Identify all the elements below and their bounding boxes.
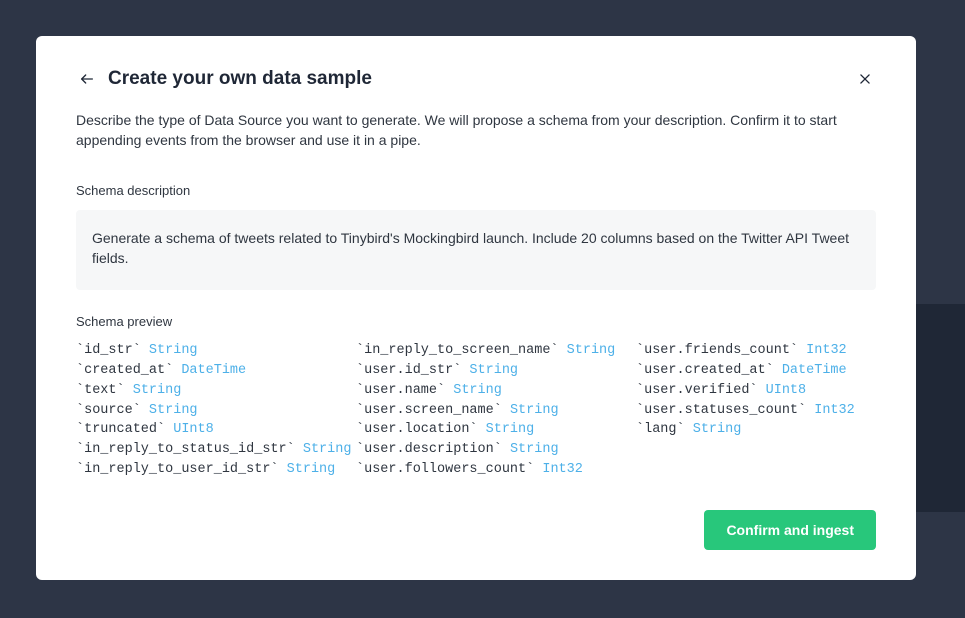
schema-field-row: `id_str` String [76, 341, 316, 361]
schema-field-row: `in_reply_to_status_id_str` String [76, 440, 316, 460]
modal-footer: Confirm and ingest [76, 510, 876, 550]
schema-field-row: `user.created_at` DateTime [636, 361, 876, 381]
schema-field-type: String [149, 343, 198, 358]
schema-field-name: `text` [76, 383, 133, 398]
schema-field-name: `user.name` [356, 383, 453, 398]
schema-field-row: `user.description` String [356, 440, 596, 460]
schema-field-type: String [149, 403, 198, 418]
schema-field-row: `text` String [76, 381, 316, 401]
schema-field-row: `user.friends_count` Int32 [636, 341, 876, 361]
schema-column: `in_reply_to_screen_name` String`user.id… [356, 341, 596, 481]
arrow-left-icon [79, 71, 95, 87]
schema-field-name: `user.friends_count` [636, 343, 806, 358]
schema-column: `id_str` String`created_at` DateTime`tex… [76, 341, 316, 481]
schema-field-row: `user.id_str` String [356, 361, 596, 381]
schema-field-type: UInt8 [173, 422, 214, 437]
schema-field-row: `user.followers_count` Int32 [356, 460, 596, 480]
schema-field-type: String [693, 422, 742, 437]
schema-field-row: `source` String [76, 401, 316, 421]
schema-field-row: `user.location` String [356, 420, 596, 440]
schema-field-name: `user.screen_name` [356, 403, 510, 418]
confirm-ingest-button[interactable]: Confirm and ingest [704, 510, 876, 550]
schema-field-type: String [287, 462, 336, 477]
schema-field-row: `user.verified` UInt8 [636, 381, 876, 401]
schema-field-type: DateTime [782, 363, 847, 378]
back-button[interactable] [76, 68, 98, 90]
schema-field-name: `in_reply_to_user_id_str` [76, 462, 287, 477]
schema-field-row: `in_reply_to_screen_name` String [356, 341, 596, 361]
schema-field-name: `lang` [636, 422, 693, 437]
schema-field-row: `created_at` DateTime [76, 361, 316, 381]
schema-field-type: String [133, 383, 182, 398]
schema-field-type: String [510, 403, 559, 418]
schema-field-name: `user.created_at` [636, 363, 782, 378]
modal-title: Create your own data sample [108, 68, 854, 90]
schema-field-type: String [510, 442, 559, 457]
schema-field-row: `user.screen_name` String [356, 401, 596, 421]
schema-field-row: `user.statuses_count` Int32 [636, 401, 876, 421]
schema-description-input[interactable] [76, 210, 876, 290]
schema-field-name: `truncated` [76, 422, 173, 437]
schema-column: `user.friends_count` Int32`user.created_… [636, 341, 876, 481]
schema-preview: `id_str` String`created_at` DateTime`tex… [76, 341, 876, 481]
schema-field-name: `source` [76, 403, 149, 418]
schema-field-row: `in_reply_to_user_id_str` String [76, 460, 316, 480]
schema-field-type: Int32 [542, 462, 583, 477]
schema-field-name: `user.statuses_count` [636, 403, 814, 418]
schema-field-name: `id_str` [76, 343, 149, 358]
modal-header: Create your own data sample [76, 68, 876, 90]
schema-field-name: `in_reply_to_status_id_str` [76, 442, 303, 457]
schema-field-type: String [453, 383, 502, 398]
schema-field-name: `user.verified` [636, 383, 766, 398]
close-icon [858, 72, 872, 86]
modal-description: Describe the type of Data Source you wan… [76, 110, 876, 151]
schema-field-row: `user.name` String [356, 381, 596, 401]
schema-field-type: String [303, 442, 352, 457]
schema-field-name: `user.description` [356, 442, 510, 457]
schema-field-name: `user.location` [356, 422, 486, 437]
schema-field-row: `truncated` UInt8 [76, 420, 316, 440]
close-button[interactable] [854, 68, 876, 90]
schema-preview-label: Schema preview [76, 314, 876, 329]
schema-field-type: String [469, 363, 518, 378]
create-data-sample-modal: Create your own data sample Describe the… [36, 36, 916, 580]
schema-field-type: Int32 [814, 403, 855, 418]
schema-field-type: UInt8 [766, 383, 807, 398]
schema-field-name: `created_at` [76, 363, 181, 378]
schema-field-row: `lang` String [636, 420, 876, 440]
schema-field-name: `user.followers_count` [356, 462, 542, 477]
schema-field-name: `user.id_str` [356, 363, 469, 378]
schema-field-type: DateTime [181, 363, 246, 378]
schema-field-type: String [486, 422, 535, 437]
schema-field-name: `in_reply_to_screen_name` [356, 343, 567, 358]
schema-description-label: Schema description [76, 183, 876, 198]
schema-field-type: Int32 [806, 343, 847, 358]
schema-field-type: String [567, 343, 616, 358]
